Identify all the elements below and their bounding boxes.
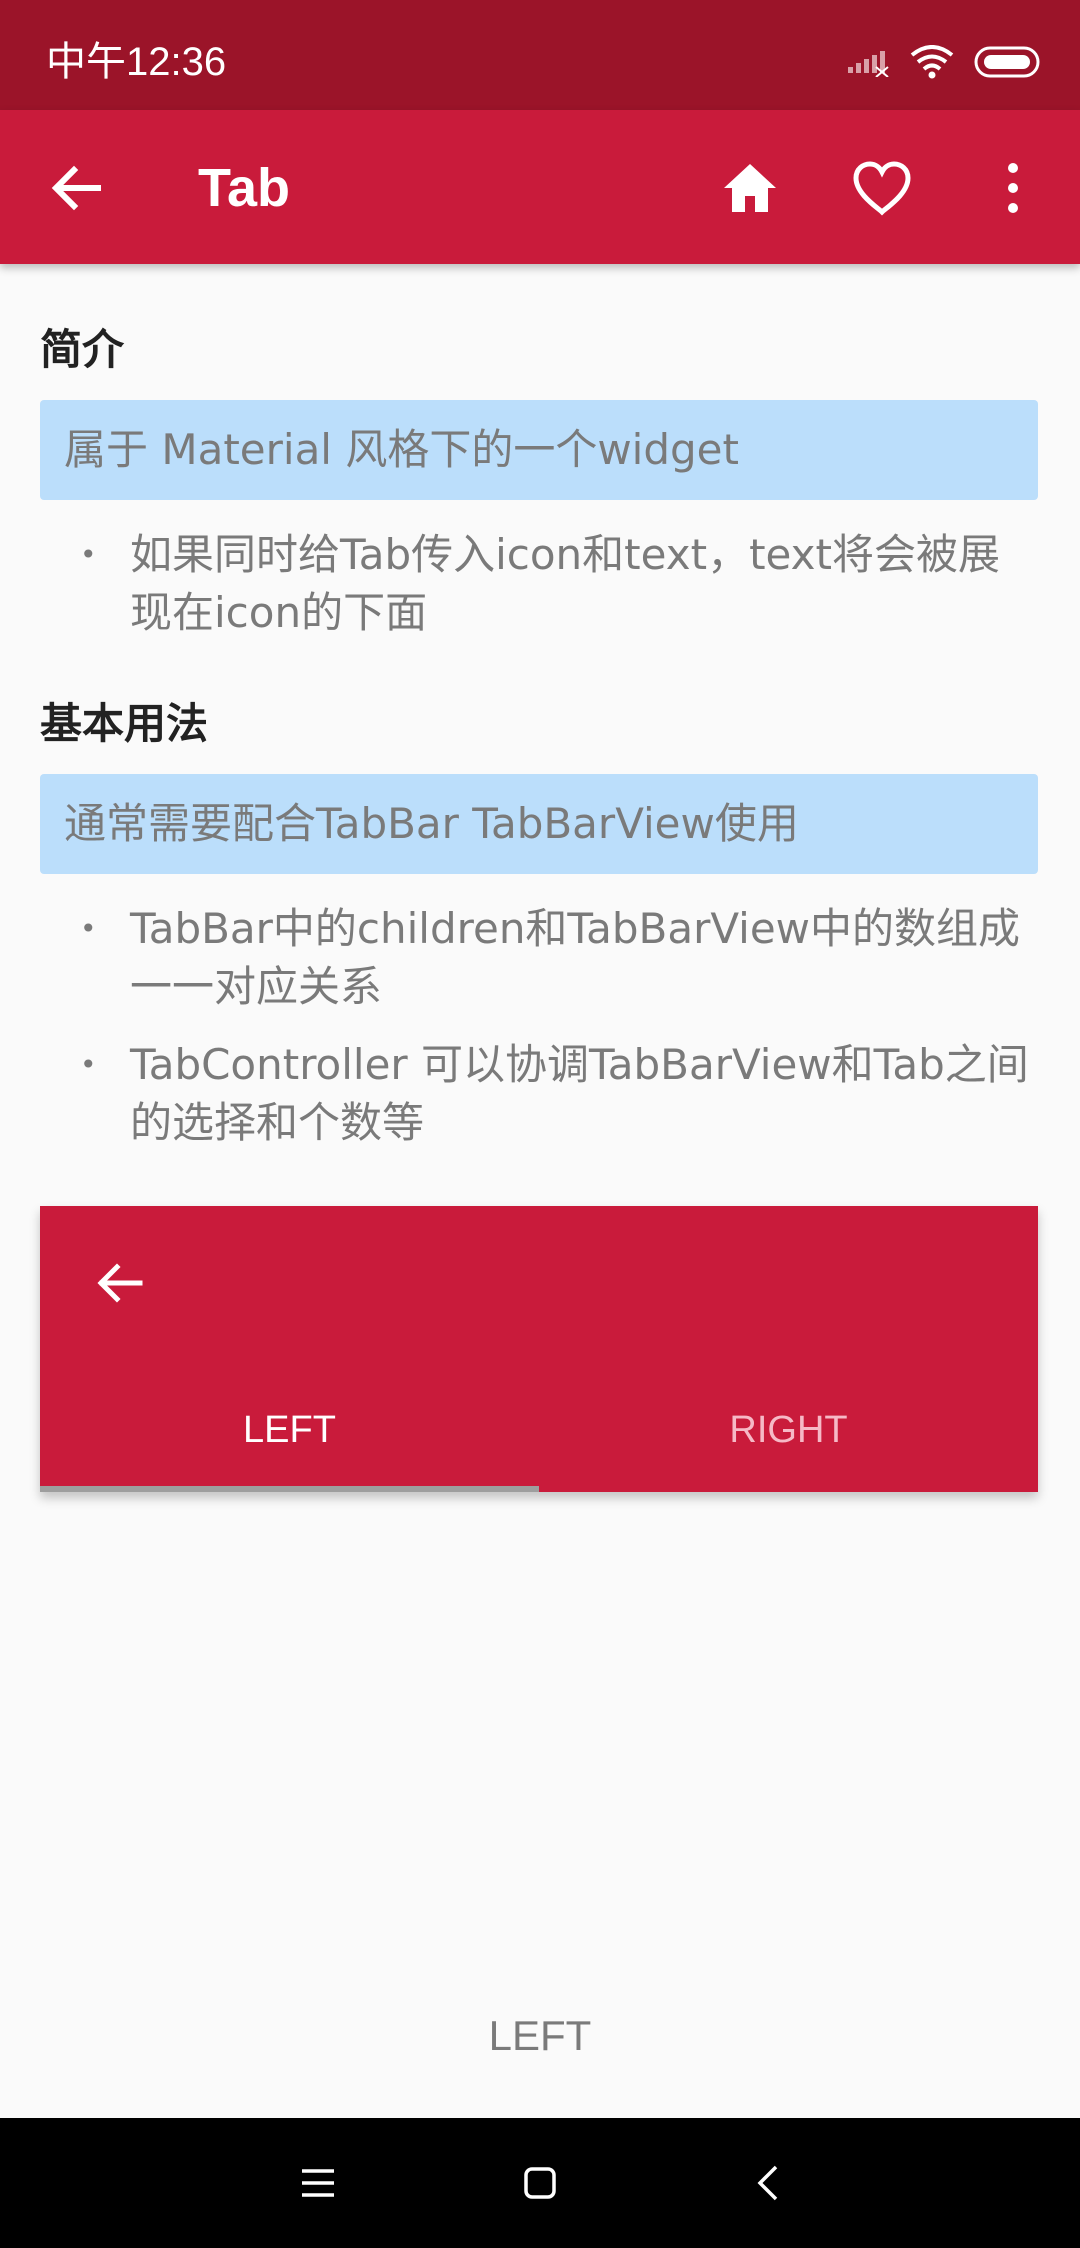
tab-indicator	[40, 1486, 539, 1492]
list-item-text: 如果同时给Tab传入icon和text，text将会被展现在icon的下面	[130, 530, 1000, 637]
bullet-dot-icon: •	[80, 1048, 97, 1081]
page-title: Tab	[198, 158, 290, 218]
tab-right[interactable]: RIGHT	[539, 1386, 1038, 1486]
usage-title: 基本用法	[40, 699, 209, 748]
demo-app-bar: LEFT RIGHT	[40, 1206, 1038, 1492]
more-vert-icon[interactable]	[996, 160, 1030, 216]
status-icons	[846, 40, 1042, 84]
intro-callout: 属于 Material 风格下的一个widget	[40, 400, 1038, 500]
tab-left-label: LEFT	[243, 1409, 336, 1451]
app-bar: Tab	[0, 110, 1080, 264]
menu-icon[interactable]	[298, 2163, 338, 2203]
usage-callout-text: 通常需要配合TabBar TabBarView使用	[64, 799, 799, 848]
list-item: • TabController 可以协调TabBarView和Tab之间的选择和…	[80, 1036, 1029, 1156]
status-bar: 中午12:36	[0, 0, 1080, 110]
system-nav-bar	[0, 2118, 1080, 2248]
intro-callout-text: 属于 Material 风格下的一个widget	[64, 425, 739, 474]
tab-view-content: LEFT	[488, 2012, 592, 2059]
list-item: • 如果同时给Tab传入icon和text，text将会被展现在icon的下面	[80, 526, 1020, 646]
home-icon[interactable]	[720, 158, 780, 218]
status-time: 中午12:36	[46, 40, 227, 84]
bullet-dot-icon: •	[80, 538, 97, 571]
signal-icon	[848, 51, 889, 77]
battery-icon	[974, 46, 1040, 78]
tab-right-label: RIGHT	[729, 1409, 848, 1451]
intro-title: 简介	[40, 325, 125, 374]
list-item-text: TabBar中的children和TabBarView中的数组成一一对应关系	[130, 904, 1021, 1011]
bullet-dot-icon: •	[80, 912, 97, 945]
list-item-text: TabController 可以协调TabBarView和Tab之间的选择和个数…	[130, 1040, 1029, 1147]
wifi-icon	[910, 45, 954, 79]
home-square-icon[interactable]	[520, 2163, 560, 2203]
back-chevron-icon[interactable]	[748, 2163, 788, 2203]
tab-left[interactable]: LEFT	[40, 1386, 539, 1486]
heart-icon[interactable]	[852, 160, 912, 216]
back-arrow-icon[interactable]	[48, 160, 104, 216]
back-arrow-icon[interactable]	[94, 1258, 144, 1308]
list-item: • TabBar中的children和TabBarView中的数组成一一对应关系	[80, 900, 1020, 1020]
usage-callout: 通常需要配合TabBar TabBarView使用	[40, 774, 1038, 874]
